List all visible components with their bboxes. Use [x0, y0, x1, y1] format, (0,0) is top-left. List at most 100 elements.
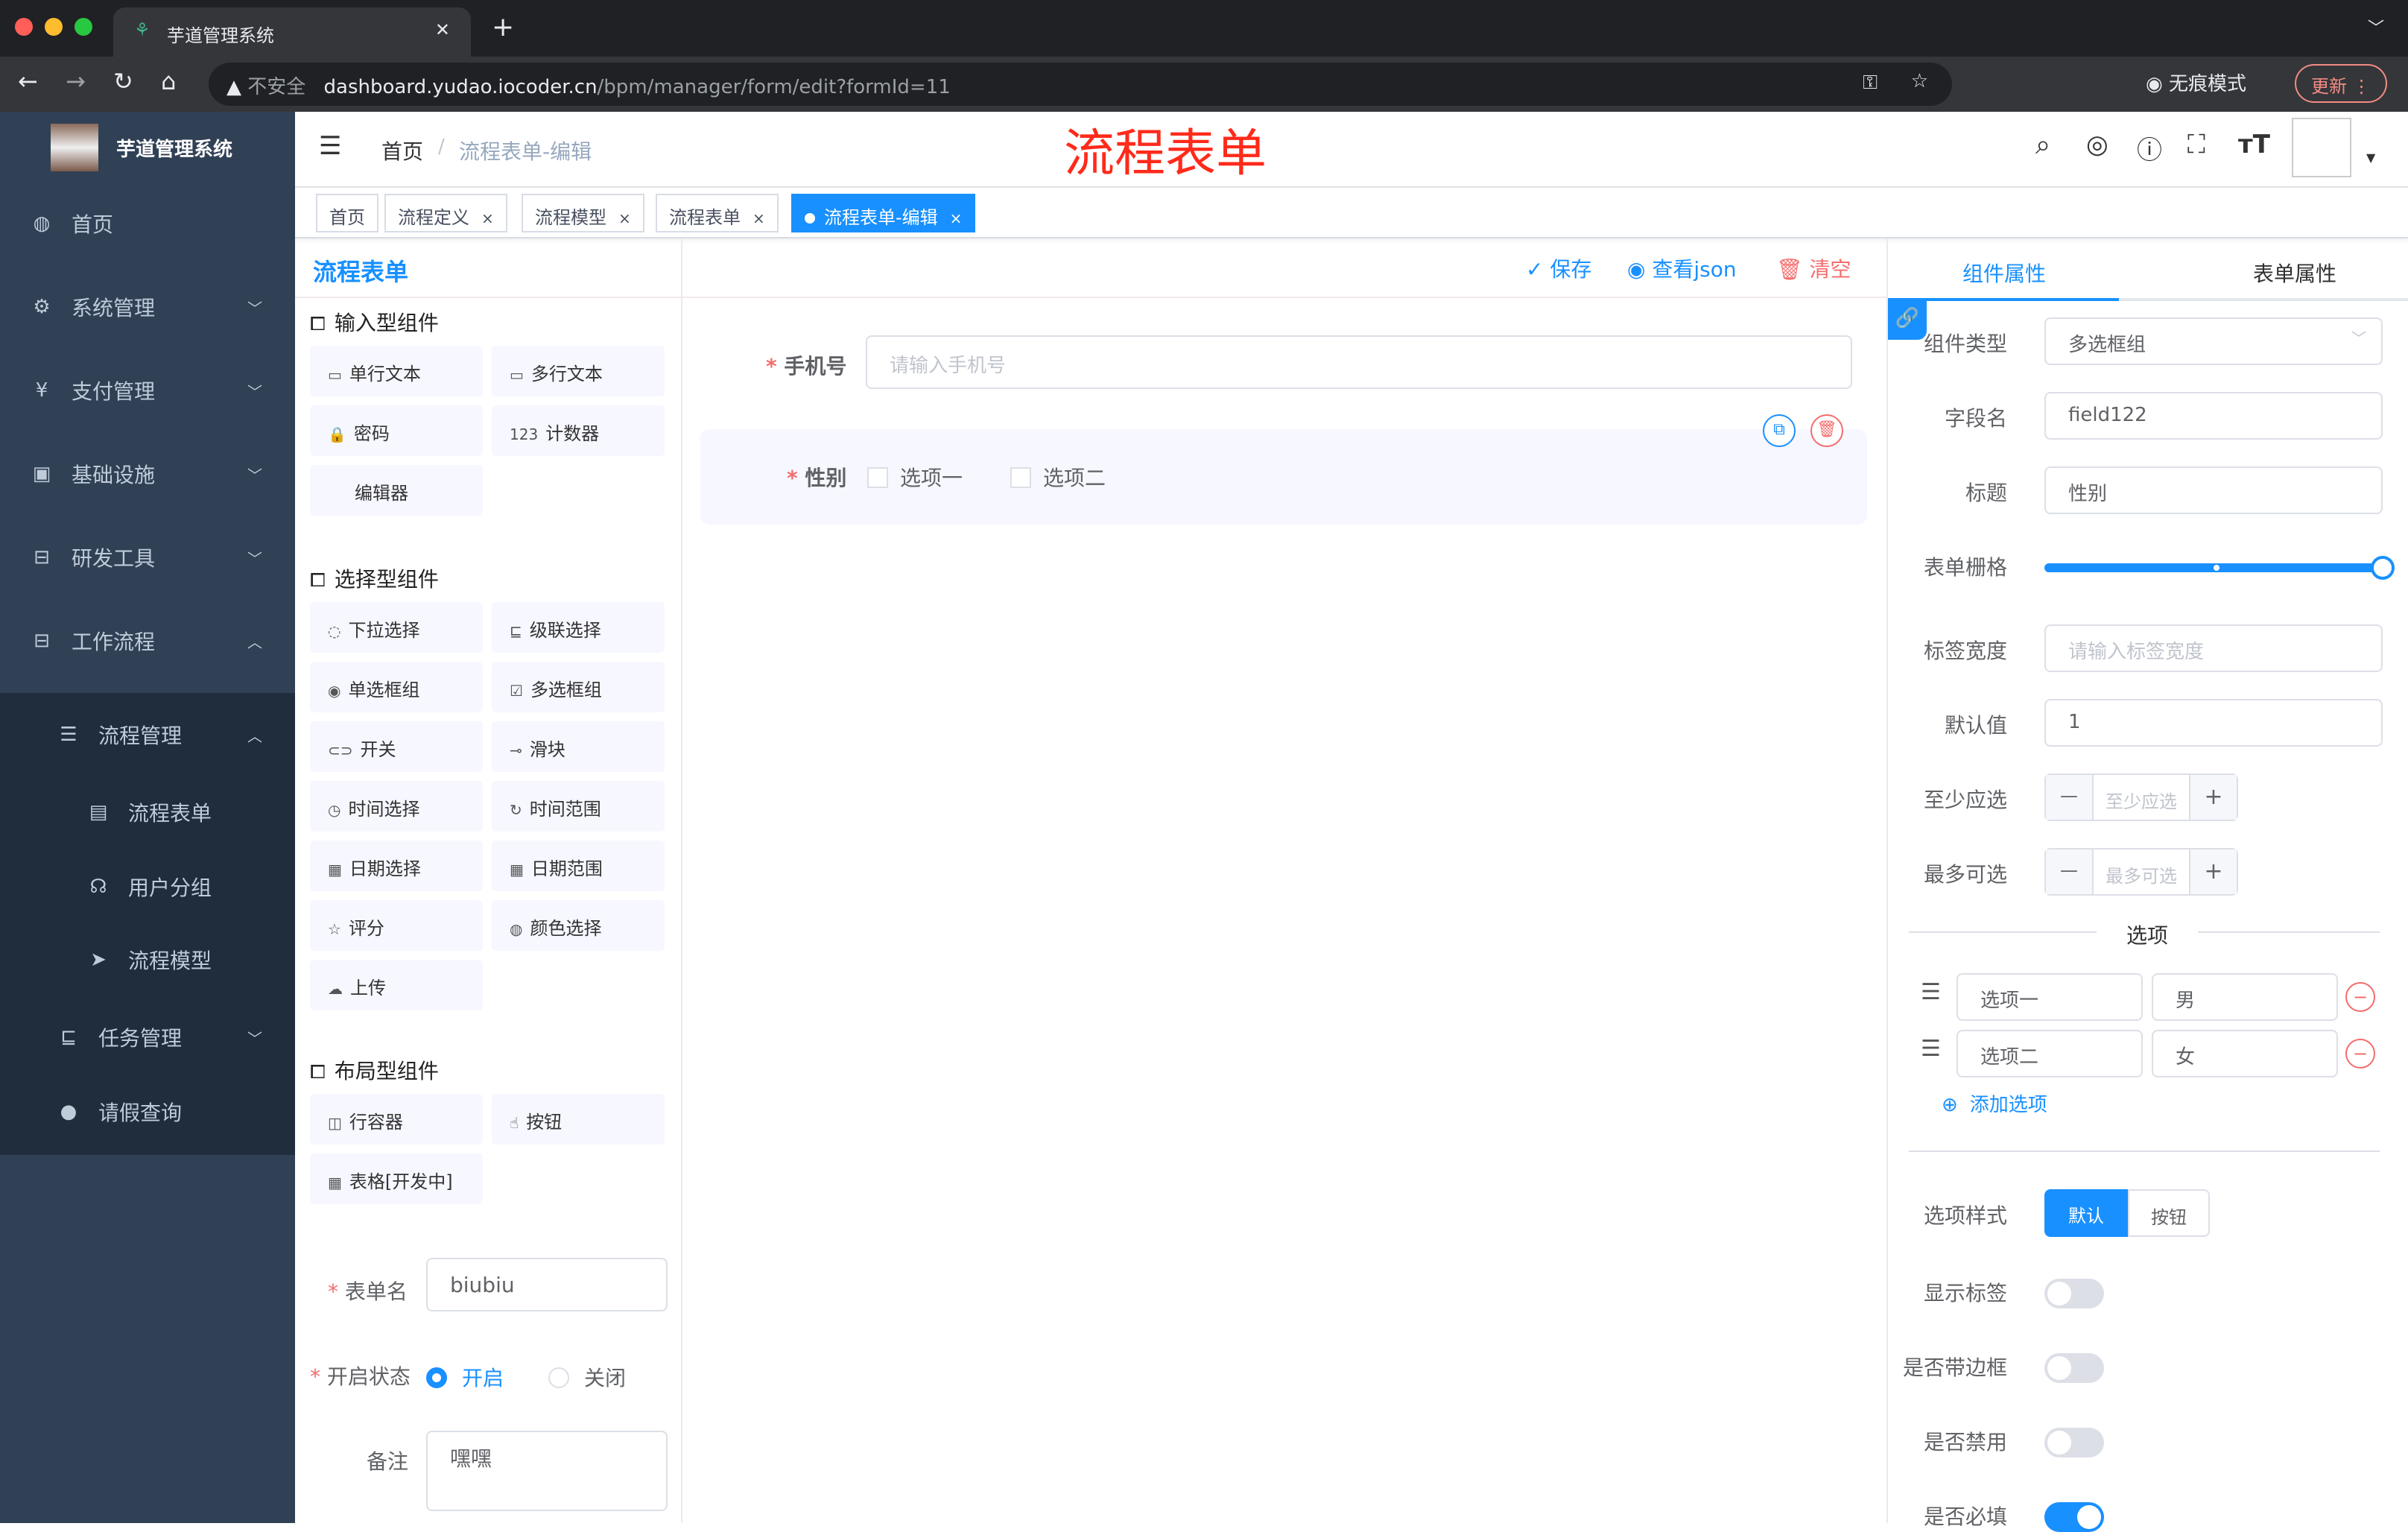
key-icon[interactable]: ⚿ — [1863, 72, 1878, 95]
tab-component-properties[interactable]: 组件属性 — [1962, 258, 2046, 288]
selected-field-gender[interactable]: * 性别 选项一 选项二 — [700, 429, 1867, 525]
component-item[interactable]: ⊂⊃ 开关 — [310, 721, 483, 772]
drag-handle-icon[interactable]: ☰ — [1921, 1036, 1941, 1062]
search-icon[interactable]: ⌕ — [2035, 130, 2050, 161]
tag-close-icon[interactable]: × — [481, 209, 494, 227]
component-item[interactable]: ☆ 评分 — [310, 900, 483, 951]
component-item[interactable]: 🔒 密码 — [310, 405, 483, 456]
component-item[interactable]: ☑ 多选框组 — [492, 662, 665, 712]
component-item[interactable]: ▭ 单行文本 — [310, 346, 483, 396]
required-toggle[interactable] — [2044, 1502, 2104, 1532]
component-item[interactable]: ☝ 按钮 — [492, 1094, 665, 1145]
home-icon[interactable]: ⌂ — [161, 67, 176, 95]
option-value-input[interactable]: 男 — [2152, 973, 2338, 1021]
tag-item[interactable]: 流程表单-编辑 × — [791, 194, 976, 232]
status-off-radio[interactable]: 关闭 — [548, 1362, 626, 1392]
user-avatar[interactable] — [2292, 118, 2351, 177]
component-item[interactable]: ☁ 上传 — [310, 960, 483, 1010]
breadcrumb-home[interactable]: 首页 — [381, 136, 423, 165]
component-item[interactable]: ▦ 表格[开发中] — [310, 1153, 483, 1204]
incognito-indicator[interactable]: ◉ 无痕模式 — [2146, 69, 2246, 96]
phone-input[interactable]: 请输入手机号 — [866, 335, 1852, 389]
component-item[interactable]: ◍ 颜色选择 — [492, 900, 665, 951]
component-item[interactable]: ⊑ 级联选择 — [492, 602, 665, 653]
style-button-button[interactable]: 按钮 — [2128, 1189, 2210, 1237]
tag-close-icon[interactable]: × — [618, 209, 631, 227]
submenu-item[interactable]: ⊑ 任务管理 ﹀ — [0, 996, 295, 1079]
form-name-input[interactable]: biubiu — [426, 1258, 668, 1311]
github-icon[interactable]: ◎ — [2086, 130, 2108, 159]
component-item[interactable]: ▦ 日期范围 — [492, 841, 665, 891]
field-name-input[interactable]: field122 — [2044, 392, 2383, 440]
sidebar-item[interactable]: ◍ 首页 — [0, 182, 295, 265]
sidebar-item[interactable]: ⊟ 工作流程 ︿ — [0, 599, 295, 683]
grid-slider[interactable] — [2044, 556, 2395, 580]
min-stepper[interactable]: — 至少应选 + — [2044, 773, 2238, 821]
clear-button[interactable]: 🗑 清空 — [1776, 253, 1851, 283]
reload-icon[interactable]: ↻ — [113, 67, 133, 95]
sidebar-item[interactable]: ¥ 支付管理 ﹀ — [0, 349, 295, 432]
option2-checkbox[interactable]: 选项二 — [1010, 462, 1106, 492]
sidebar-item[interactable]: ⚙ 系统管理 ﹀ — [0, 265, 295, 349]
close-window-button[interactable] — [15, 18, 33, 36]
maximize-window-button[interactable] — [75, 18, 92, 36]
component-item[interactable]: ◷ 时间选择 — [310, 781, 483, 832]
component-item[interactable]: ◌ 下拉选择 — [310, 602, 483, 653]
component-item[interactable]: ◉ 单选框组 — [310, 662, 483, 712]
caret-down-icon[interactable]: ▼ — [2366, 151, 2375, 165]
forward-icon[interactable]: → — [66, 67, 86, 95]
default-value-input[interactable]: 1 — [2044, 699, 2383, 747]
slider-handle[interactable] — [2371, 556, 2395, 580]
component-item[interactable]: ◫ 行容器 — [310, 1094, 483, 1145]
tag-item[interactable]: 流程模型 × — [522, 194, 644, 232]
tab-list-icon[interactable]: ﹀ — [2368, 15, 2384, 39]
label-width-input[interactable]: 请输入标签宽度 — [2044, 624, 2383, 672]
remove-option-icon[interactable]: − — [2345, 982, 2375, 1012]
remark-textarea[interactable]: 嘿嘿 — [426, 1431, 668, 1511]
border-toggle[interactable] — [2044, 1353, 2104, 1383]
decrement-button[interactable]: — — [2046, 775, 2094, 820]
submenu-item[interactable]: ☰ 流程管理 ︿ — [0, 693, 295, 776]
increment-button[interactable]: + — [2189, 849, 2237, 894]
max-stepper[interactable]: — 最多可选 + — [2044, 848, 2238, 896]
browser-tab[interactable]: ⚘ 芋道管理系统 ✕ — [113, 7, 471, 57]
tag-close-icon[interactable]: × — [752, 209, 765, 227]
component-item[interactable]: 编辑器 — [310, 465, 483, 516]
submenu-item[interactable]: ▤ 流程表单 — [0, 770, 295, 854]
sidebar-item[interactable]: ▣ 基础设施 ﹀ — [0, 432, 295, 516]
bookmark-star-icon[interactable]: ☆ — [1911, 70, 1928, 92]
font-size-icon[interactable]: ᴛT — [2238, 130, 2270, 159]
add-option-button[interactable]: ⊕ 添加选项 — [1942, 1089, 2047, 1117]
disabled-toggle[interactable] — [2044, 1428, 2104, 1457]
tag-close-icon[interactable]: × — [950, 209, 963, 227]
decrement-button[interactable]: — — [2046, 849, 2094, 894]
view-json-button[interactable]: ◉ 查看json — [1627, 253, 1737, 283]
update-button[interactable]: 更新 ⋮ — [2295, 64, 2387, 103]
help-icon[interactable]: ⓘ — [2137, 130, 2162, 166]
status-on-radio[interactable]: 开启 — [426, 1362, 504, 1392]
drag-handle-icon[interactable]: ☰ — [1921, 979, 1941, 1005]
component-item[interactable]: ▦ 日期选择 — [310, 841, 483, 891]
submenu-item[interactable]: ☊ 用户分组 — [0, 845, 295, 928]
option-value-input[interactable]: 女 — [2152, 1030, 2338, 1077]
back-icon[interactable]: ← — [18, 67, 38, 95]
max-input[interactable]: 最多可选 — [2094, 849, 2189, 894]
style-default-button[interactable]: 默认 — [2044, 1189, 2128, 1237]
option-label-input[interactable]: 选项一 — [1956, 973, 2143, 1021]
component-item[interactable]: 123 计数器 — [492, 405, 665, 456]
component-type-select[interactable]: 多选框组 ﹀ — [2044, 317, 2383, 365]
tag-item[interactable]: 首页 — [316, 194, 378, 232]
option-label-input[interactable]: 选项二 — [1956, 1030, 2143, 1077]
component-item[interactable]: ⊸ 滑块 — [492, 721, 665, 772]
minimize-window-button[interactable] — [45, 18, 63, 36]
tab-form-properties[interactable]: 表单属性 — [2253, 258, 2336, 288]
fullscreen-icon[interactable]: ⛶ — [2187, 130, 2205, 159]
show-toggle[interactable] — [2044, 1279, 2104, 1308]
component-item[interactable]: ▭ 多行文本 — [492, 346, 665, 396]
save-button[interactable]: ✓ 保存 — [1526, 253, 1591, 283]
submenu-item[interactable]: ● 请假查询 — [0, 1070, 295, 1153]
title-input[interactable]: 性别 — [2044, 466, 2383, 514]
close-tab-icon[interactable]: ✕ — [435, 19, 450, 40]
url-input[interactable]: ▲ 不安全 dashboard.yudao.iocoder.cn/bpm/man… — [209, 63, 1952, 106]
tag-item[interactable]: 流程表单 × — [656, 194, 779, 232]
